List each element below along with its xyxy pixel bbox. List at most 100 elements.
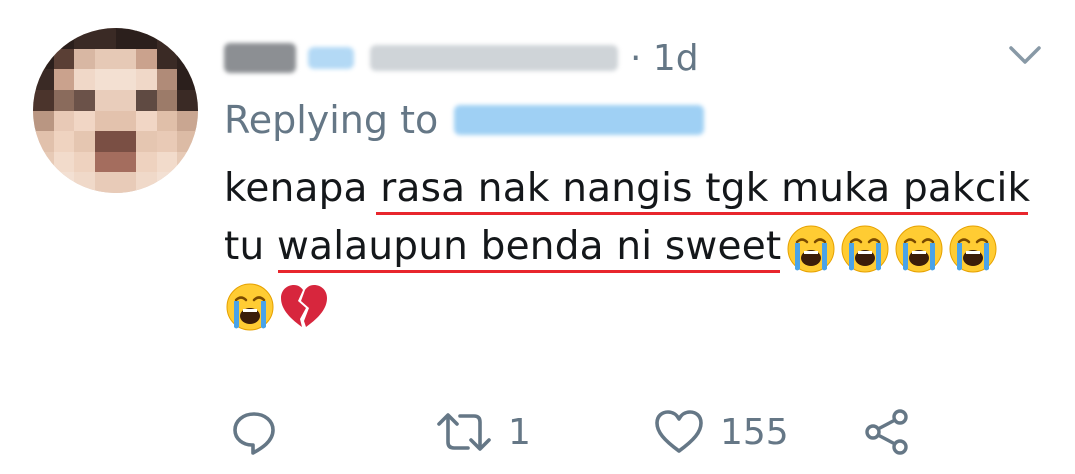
avatar-pixel bbox=[74, 110, 96, 132]
replying-to-label: Replying to bbox=[224, 98, 439, 142]
avatar-pixel bbox=[33, 151, 55, 173]
loudly-crying-face-emoji bbox=[893, 223, 945, 275]
emoji-row-2 bbox=[785, 223, 1001, 275]
avatar-pixel bbox=[33, 69, 55, 91]
avatar-pixel bbox=[136, 69, 158, 91]
avatar-pixel bbox=[53, 131, 75, 153]
share-icon bbox=[862, 407, 912, 457]
avatar-pixel bbox=[136, 28, 158, 50]
avatar-pixel bbox=[177, 69, 198, 91]
tweet-text: kenapa rasa nak nangis tgk muka pakcik t… bbox=[224, 160, 1044, 334]
avatar-pixel bbox=[53, 172, 75, 193]
avatar-pixel bbox=[156, 48, 178, 70]
avatar-pixel bbox=[94, 48, 116, 70]
avatar-pixel bbox=[177, 48, 198, 70]
avatar-pixel bbox=[53, 110, 75, 132]
display-name-redacted[interactable] bbox=[224, 43, 296, 73]
avatar-pixel bbox=[53, 69, 75, 91]
avatar-pixel bbox=[53, 89, 75, 111]
avatar-pixel bbox=[136, 48, 158, 70]
tweet-header: · 1d bbox=[224, 30, 699, 86]
avatar-pixel bbox=[74, 131, 96, 153]
avatar-pixel bbox=[156, 131, 178, 153]
avatar-pixel bbox=[94, 89, 116, 111]
avatar-pixel bbox=[94, 28, 116, 50]
avatar-pixel bbox=[53, 48, 75, 70]
avatar-pixel bbox=[115, 172, 137, 193]
avatar-pixel bbox=[94, 131, 116, 153]
verified-redacted bbox=[308, 47, 354, 69]
avatar-pixel bbox=[94, 110, 116, 132]
tweet-line-1: kenapa rasa nak nangis tgk muka pakcik bbox=[224, 160, 1044, 218]
avatar-pixel bbox=[156, 110, 178, 132]
avatar-pixel bbox=[33, 89, 55, 111]
avatar-pixel bbox=[156, 89, 178, 111]
share-button[interactable] bbox=[862, 400, 912, 464]
avatar-pixel bbox=[74, 89, 96, 111]
chevron-down-icon[interactable] bbox=[1005, 38, 1045, 72]
avatar-pixel bbox=[136, 151, 158, 173]
avatar-pixel bbox=[156, 69, 178, 91]
avatar-pixel bbox=[53, 151, 75, 173]
loudly-crying-face-emoji bbox=[785, 223, 837, 275]
emoji-row-3 bbox=[224, 281, 332, 333]
avatar-pixel bbox=[33, 110, 55, 132]
tweet-line-2: tu walaupun benda ni sweet bbox=[224, 218, 1044, 276]
avatar-pixel bbox=[74, 48, 96, 70]
red-underline-2 bbox=[278, 270, 780, 273]
avatar-pixel bbox=[74, 151, 96, 173]
avatar[interactable] bbox=[33, 28, 198, 193]
heart-icon bbox=[654, 409, 704, 455]
avatar-pixel bbox=[74, 28, 96, 50]
avatar-pixel bbox=[33, 131, 55, 153]
tweet-actions: 1 155 bbox=[224, 400, 944, 464]
username-redacted[interactable] bbox=[370, 45, 618, 71]
avatar-pixel bbox=[74, 69, 96, 91]
loudly-crying-face-emoji bbox=[839, 223, 891, 275]
avatar-pixel bbox=[94, 151, 116, 173]
avatar-pixel bbox=[177, 131, 198, 153]
like-button[interactable]: 155 bbox=[654, 400, 789, 464]
avatar-pixel bbox=[136, 110, 158, 132]
avatar-pixel bbox=[177, 28, 198, 50]
loudly-crying-face-emoji bbox=[947, 223, 999, 275]
reply-target-handle-redacted[interactable] bbox=[454, 105, 705, 135]
reply-icon bbox=[230, 408, 278, 456]
avatar-pixel bbox=[177, 151, 198, 173]
avatar-pixel bbox=[33, 28, 55, 50]
avatar-pixel bbox=[33, 172, 55, 193]
avatar-pixel bbox=[156, 172, 178, 193]
avatar-pixel bbox=[74, 172, 96, 193]
avatar-pixel bbox=[136, 131, 158, 153]
avatar-pixel bbox=[115, 28, 137, 50]
like-count: 155 bbox=[720, 411, 789, 453]
avatar-pixel bbox=[136, 89, 158, 111]
retweet-button[interactable]: 1 bbox=[436, 400, 531, 464]
avatar-pixel bbox=[177, 89, 198, 111]
tweet-text-line-1: kenapa rasa nak nangis tgk muka pakcik bbox=[224, 166, 1031, 211]
replying-to: Replying to bbox=[224, 94, 705, 146]
tweet-line-3 bbox=[224, 276, 1044, 334]
red-underline-1 bbox=[376, 212, 1028, 215]
loudly-crying-face-emoji bbox=[224, 281, 276, 333]
avatar-pixel bbox=[177, 172, 198, 193]
avatar-pixel bbox=[115, 48, 137, 70]
broken-heart-emoji bbox=[278, 281, 330, 333]
retweet-count: 1 bbox=[508, 411, 531, 453]
avatar-pixel bbox=[177, 110, 198, 132]
avatar-pixel bbox=[156, 28, 178, 50]
avatar-pixel bbox=[33, 48, 55, 70]
avatar-pixel bbox=[115, 69, 137, 91]
retweet-icon bbox=[436, 408, 492, 456]
avatar-pixel bbox=[115, 110, 137, 132]
reply-button[interactable] bbox=[230, 400, 278, 464]
tweet-text-line-2: tu walaupun benda ni sweet bbox=[224, 224, 782, 269]
avatar-pixel bbox=[94, 172, 116, 193]
avatar-pixel bbox=[156, 151, 178, 173]
avatar-pixel bbox=[115, 89, 137, 111]
avatar-pixel bbox=[53, 28, 75, 50]
tweet-time[interactable]: · 1d bbox=[630, 38, 699, 79]
avatar-pixel bbox=[115, 131, 137, 153]
avatar-pixel bbox=[115, 151, 137, 173]
avatar-pixel bbox=[94, 69, 116, 91]
